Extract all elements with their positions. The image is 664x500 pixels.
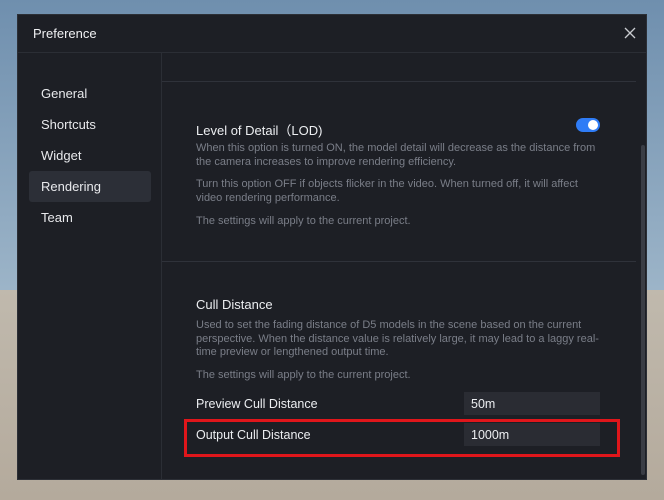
preview-cull-distance-label: Preview Cull Distance	[196, 397, 318, 411]
sidebar-item-rendering[interactable]: Rendering	[29, 171, 151, 202]
lod-description: When this option is turned ON, the model…	[196, 142, 596, 168]
toggle-knob	[588, 120, 598, 130]
dialog-title: Preference	[33, 26, 97, 41]
settings-content: Level of Detail（LOD) When this option is…	[162, 53, 646, 479]
sidebar-item-general[interactable]: General	[29, 78, 151, 109]
close-icon	[624, 27, 636, 39]
lod-title: Level of Detail（LOD)	[196, 123, 323, 138]
sidebar-item-widget[interactable]: Widget	[29, 140, 151, 171]
output-cull-distance-input[interactable]	[464, 423, 600, 446]
cull-distance-description: Used to set the fading distance of D5 mo…	[196, 319, 599, 358]
lod-toggle[interactable]	[576, 118, 600, 132]
output-cull-distance-label: Output Cull Distance	[196, 428, 311, 442]
preview-cull-distance-input[interactable]	[464, 392, 600, 415]
sidebar: General Shortcuts Widget Rendering Team	[18, 53, 162, 479]
scrollbar-thumb[interactable]	[641, 145, 645, 475]
dialog-titlebar: Preference	[18, 15, 646, 53]
cull-project-note: The settings will apply to the current p…	[196, 369, 411, 381]
section-divider	[162, 81, 636, 82]
content-scrollbar[interactable]	[640, 53, 646, 479]
section-divider	[162, 261, 636, 262]
sidebar-item-team[interactable]: Team	[29, 202, 151, 233]
close-button[interactable]	[622, 25, 638, 41]
cull-distance-title: Cull Distance	[196, 297, 273, 312]
preference-dialog: Preference General Shortcuts Widget Rend…	[17, 14, 647, 480]
sidebar-item-shortcuts[interactable]: Shortcuts	[29, 109, 151, 140]
lod-project-note: The settings will apply to the current p…	[196, 215, 411, 227]
lod-flicker-note: Turn this option OFF if objects flicker …	[196, 178, 578, 204]
